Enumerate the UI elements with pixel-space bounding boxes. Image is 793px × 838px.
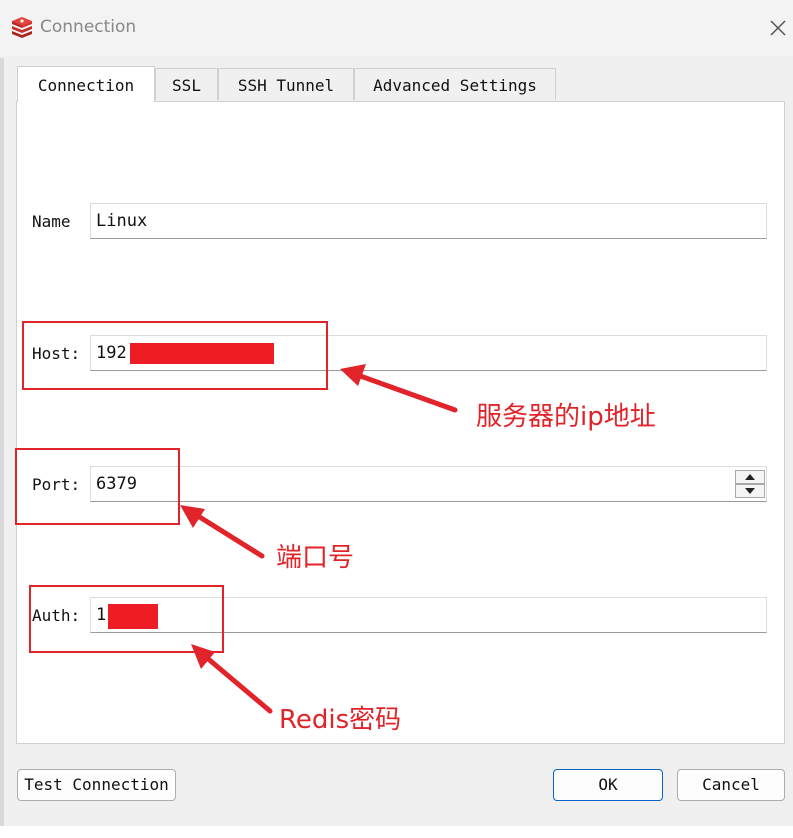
port-annotation: 端口号: [276, 543, 355, 573]
auth-annotation: Redis密码: [279, 705, 402, 735]
ok-button[interactable]: OK: [553, 769, 663, 801]
auth-arrow: [197, 649, 273, 714]
test-connection-button[interactable]: Test Connection: [17, 769, 176, 801]
tab-connection[interactable]: Connection: [17, 66, 155, 102]
auth-arrowhead: [191, 644, 215, 669]
port-arrow: [187, 508, 265, 559]
host-arrow: [349, 370, 458, 413]
cancel-button[interactable]: Cancel: [677, 769, 785, 801]
host-annotation: 服务器的ip地址: [476, 402, 656, 432]
connection-dialog: Connection Connection SSL SSH Tunnel Adv…: [0, 0, 793, 838]
